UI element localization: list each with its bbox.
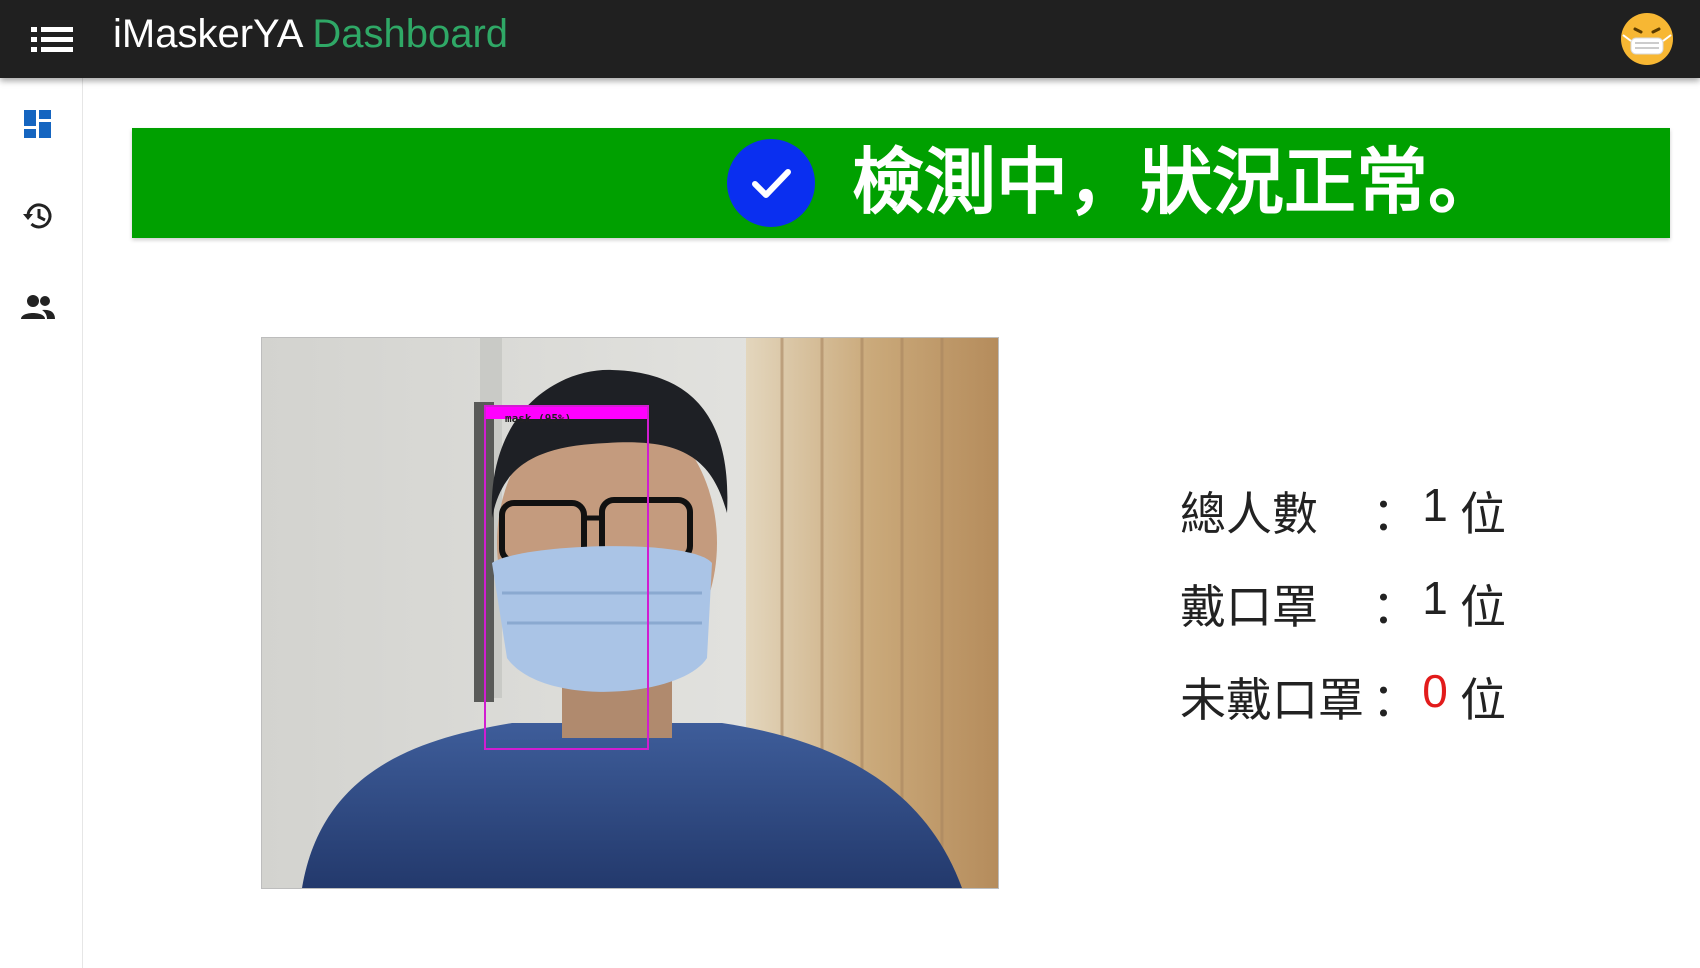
check-circle-icon <box>727 139 815 227</box>
masked-face-avatar-icon[interactable] <box>1619 11 1675 67</box>
sidebar-item-history[interactable] <box>14 192 62 240</box>
stat-label: 未戴口罩 <box>1180 673 1364 727</box>
sidebar <box>0 78 83 968</box>
menu-icon[interactable] <box>27 19 79 59</box>
detection-label: mask (95%) <box>505 412 572 425</box>
stat-value: 1 <box>1422 479 1448 531</box>
stat-value: 1 <box>1422 572 1448 624</box>
people-icon <box>21 295 55 319</box>
camera-feed: mask (95%) <box>261 337 999 889</box>
stat-label: 戴口罩 <box>1180 580 1318 634</box>
stat-unit: 位 <box>1460 580 1506 634</box>
stat-colon: ： <box>1372 673 1418 727</box>
dashboard-icon <box>24 110 51 138</box>
history-icon <box>23 203 52 229</box>
stat-unit: 位 <box>1460 487 1506 541</box>
title-accent: Dashboard <box>312 12 509 56</box>
sidebar-item-people[interactable] <box>14 284 62 332</box>
status-text: 檢測中，狀況正常。 <box>852 140 1501 224</box>
sidebar-item-dashboard[interactable] <box>14 100 62 148</box>
stat-colon: ： <box>1372 487 1418 541</box>
stat-colon: ： <box>1372 580 1418 634</box>
status-banner: 檢測中，狀況正常。 <box>132 128 1670 238</box>
brand-name: iMaskerYA <box>113 12 302 56</box>
stat-value-alert: 0 <box>1422 665 1448 717</box>
top-app-bar: iMaskerYA Dashboard <box>0 0 1700 78</box>
stat-unit: 位 <box>1460 673 1506 727</box>
stat-label: 總人數 <box>1180 487 1318 541</box>
app-title: iMaskerYA Dashboard <box>113 12 508 57</box>
